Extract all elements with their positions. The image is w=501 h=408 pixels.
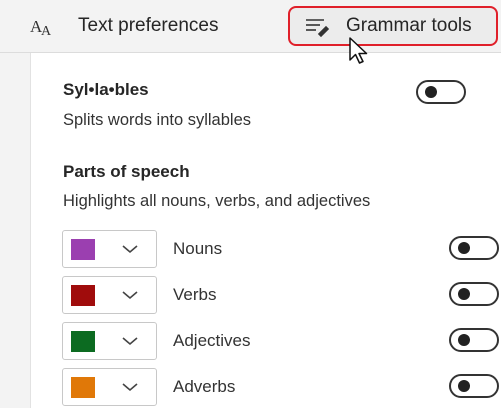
- text-size-icon: A A: [30, 13, 56, 39]
- svg-text:A: A: [41, 24, 52, 39]
- adjectives-toggle[interactable]: [449, 328, 499, 352]
- verbs-toggle-knob: [458, 288, 470, 300]
- verbs-color-swatch: [71, 285, 95, 306]
- adjectives-color-picker[interactable]: [62, 322, 157, 360]
- adjectives-label: Adjectives: [173, 331, 251, 350]
- pos-row-adverbs: Adverbs: [62, 368, 501, 406]
- nouns-color-swatch: [71, 239, 95, 260]
- chevron-down-icon: [122, 383, 138, 392]
- nouns-label: Nouns: [173, 239, 223, 258]
- syllables-description: Splits words into syllables: [63, 111, 251, 129]
- adverbs-label: Adverbs: [173, 377, 236, 396]
- verbs-color-picker[interactable]: [62, 276, 157, 314]
- chevron-down-icon: [122, 245, 138, 254]
- adverbs-color-swatch: [71, 377, 95, 398]
- tab-text-preferences[interactable]: A A Text preferences: [18, 6, 273, 46]
- verbs-label: Verbs: [173, 285, 217, 304]
- tab-grammar-tools-label: Grammar tools: [346, 15, 472, 36]
- chevron-down-icon: [122, 291, 138, 300]
- nouns-color-picker[interactable]: [62, 230, 157, 268]
- pos-row-adjectives: Adjectives: [62, 322, 501, 360]
- nouns-toggle-knob: [458, 242, 470, 254]
- pos-row-nouns: Nouns: [62, 230, 501, 268]
- verbs-toggle[interactable]: [449, 282, 499, 306]
- grammar-tools-panel: Syl•la•bles Splits words into syllables …: [30, 53, 501, 408]
- grammar-tools-icon: [304, 13, 330, 39]
- adverbs-toggle[interactable]: [449, 374, 499, 398]
- pos-row-verbs: Verbs: [62, 276, 501, 314]
- syllables-toggle[interactable]: [416, 80, 466, 104]
- adverbs-toggle-knob: [458, 380, 470, 392]
- tab-text-preferences-label: Text preferences: [78, 15, 219, 36]
- mouse-cursor-icon: [349, 37, 368, 64]
- adverbs-color-picker[interactable]: [62, 368, 157, 406]
- syllables-heading: Syl•la•bles: [63, 80, 149, 99]
- adjectives-toggle-knob: [458, 334, 470, 346]
- tab-bar: A A Text preferences Grammar tools: [0, 0, 501, 53]
- nouns-toggle[interactable]: [449, 236, 499, 260]
- tab-grammar-tools[interactable]: Grammar tools: [288, 6, 498, 46]
- adjectives-color-swatch: [71, 331, 95, 352]
- syllables-toggle-knob: [425, 86, 437, 98]
- parts-of-speech-heading: Parts of speech: [63, 162, 190, 181]
- chevron-down-icon: [122, 337, 138, 346]
- parts-of-speech-description: Highlights all nouns, verbs, and adjecti…: [63, 192, 371, 210]
